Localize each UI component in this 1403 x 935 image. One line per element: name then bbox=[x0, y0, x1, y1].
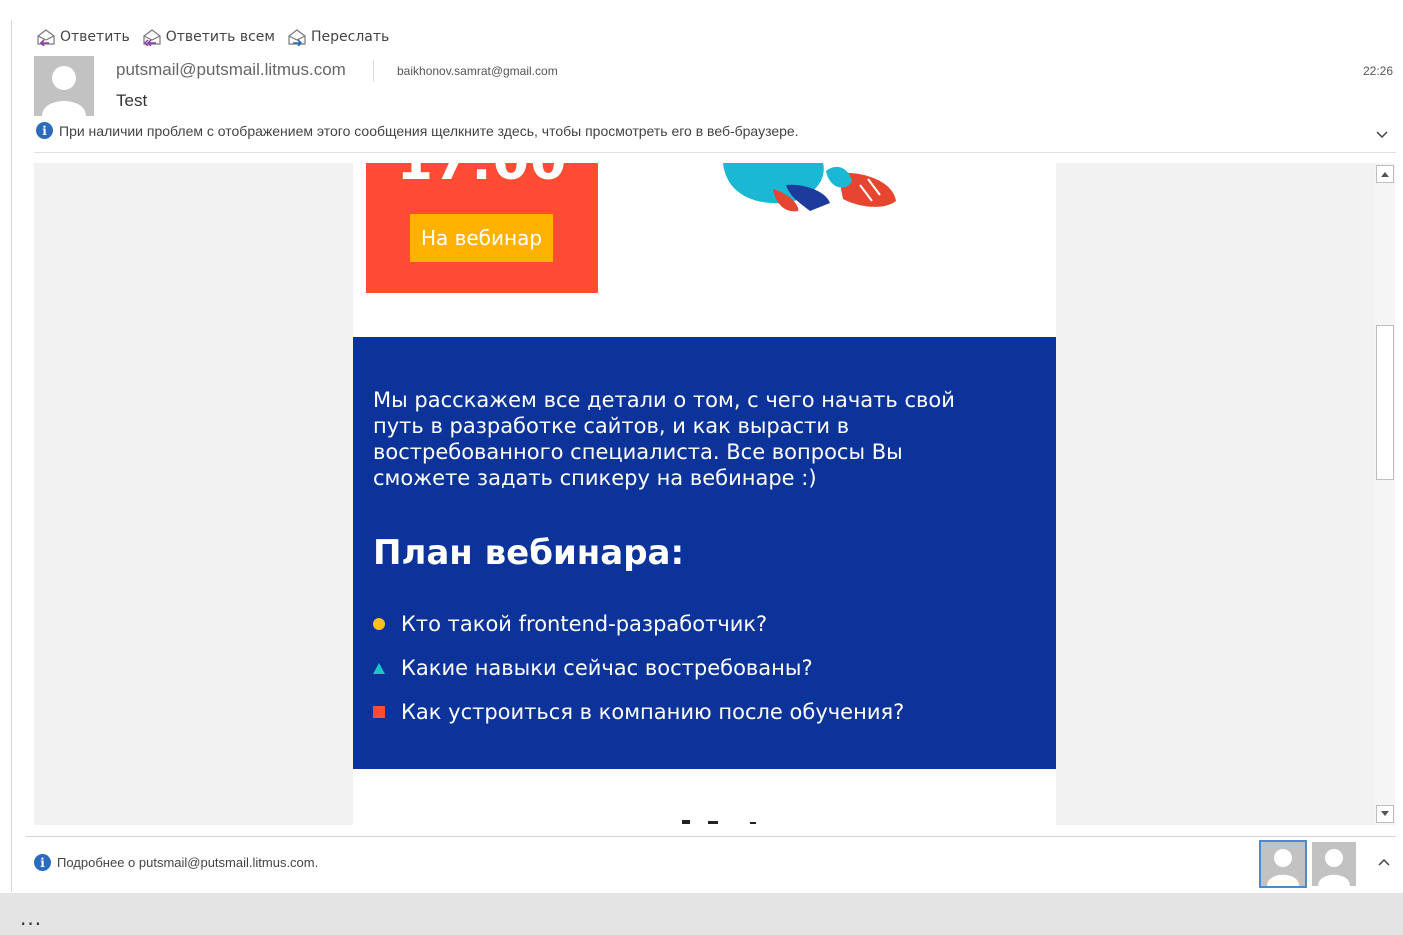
reply-label: Ответить bbox=[60, 29, 130, 45]
info-icon: i bbox=[34, 854, 51, 871]
plan-item-text: Какие навыки сейчас востребованы? bbox=[401, 656, 813, 680]
sender-avatar[interactable] bbox=[34, 56, 94, 116]
forward-icon bbox=[288, 29, 306, 46]
message-toolbar: Ответить Ответить всем Переслать bbox=[36, 26, 401, 48]
sender-address[interactable]: putsmail@putsmail.litmus.com bbox=[116, 60, 346, 80]
forward-button[interactable]: Переслать bbox=[287, 28, 389, 46]
plan-title: План вебинара: bbox=[373, 533, 685, 573]
plan-item: Кто такой frontend-разработчик? bbox=[373, 602, 904, 646]
left-divider bbox=[11, 20, 12, 892]
reply-icon bbox=[37, 29, 55, 46]
forward-label: Переслать bbox=[310, 29, 390, 45]
status-bar bbox=[0, 893, 1403, 935]
person-icon bbox=[1318, 849, 1350, 886]
more-options-button[interactable]: ... bbox=[20, 906, 42, 930]
scroll-down-arrow-icon[interactable] bbox=[1376, 805, 1394, 823]
info-icon: i bbox=[36, 122, 53, 139]
scrollbar-thumb[interactable] bbox=[1376, 325, 1394, 480]
contact-avatar-selected[interactable] bbox=[1259, 840, 1307, 888]
person-icon bbox=[42, 66, 86, 116]
plan-list: Кто такой frontend-разработчик? Какие на… bbox=[373, 602, 904, 734]
plan-item-text: Как устроиться в компанию после обучения… bbox=[401, 700, 905, 724]
email-content: 17:00 На вебинар Мы расскажем все детали… bbox=[353, 163, 1056, 825]
vertical-scrollbar[interactable] bbox=[1375, 163, 1395, 825]
info-text: При наличии проблем с отображением этого… bbox=[59, 122, 799, 139]
people-pane-notice[interactable]: i Подробнее о putsmail@putsmail.litmus.c… bbox=[34, 854, 318, 871]
character-illustration bbox=[723, 163, 896, 212]
scroll-up-arrow-icon[interactable] bbox=[1376, 165, 1394, 183]
header-separator bbox=[373, 60, 374, 82]
footer-divider bbox=[26, 836, 1396, 837]
contact-avatar[interactable] bbox=[1312, 842, 1356, 886]
reply-button[interactable]: Ответить bbox=[36, 28, 130, 46]
message-subject: Test bbox=[116, 91, 148, 110]
webinar-time-card: 17:00 На вебинар bbox=[366, 163, 598, 293]
reply-all-button[interactable]: Ответить всем bbox=[142, 28, 275, 46]
message-time: 22:26 bbox=[1362, 64, 1393, 78]
webinar-info-section: Мы расскажем все детали о том, с чего на… bbox=[353, 337, 1056, 769]
webinar-button[interactable]: На вебинар bbox=[410, 214, 553, 262]
triangle-bullet-icon bbox=[373, 662, 401, 674]
circle-bullet-icon bbox=[373, 618, 401, 630]
view-in-browser-notice[interactable]: i При наличии проблем с отображением это… bbox=[36, 122, 799, 139]
header-divider bbox=[34, 152, 1396, 153]
message-body-viewport: 17:00 На вебинар Мы расскажем все детали… bbox=[34, 163, 1375, 825]
people-pane-text: Подробнее о putsmail@putsmail.litmus.com… bbox=[57, 855, 319, 870]
intro-paragraph: Мы расскажем все детали о том, с чего на… bbox=[373, 388, 955, 490]
plan-item: Как устроиться в компанию после обучения… bbox=[373, 690, 904, 734]
recipient-address[interactable]: baikhonov.samrat@gmail.com bbox=[397, 64, 558, 78]
chevron-up-icon[interactable] bbox=[1377, 855, 1391, 871]
chevron-down-icon[interactable] bbox=[1375, 127, 1389, 143]
reply-all-label: Ответить всем bbox=[165, 29, 275, 45]
person-icon bbox=[1267, 849, 1299, 886]
reply-all-icon bbox=[143, 29, 161, 46]
square-bullet-icon bbox=[373, 706, 401, 718]
plan-item: Какие навыки сейчас востребованы? bbox=[373, 646, 904, 690]
plan-item-text: Кто такой frontend-разработчик? bbox=[401, 612, 768, 636]
next-section-peek bbox=[682, 820, 756, 824]
webinar-time: 17:00 bbox=[366, 163, 598, 192]
